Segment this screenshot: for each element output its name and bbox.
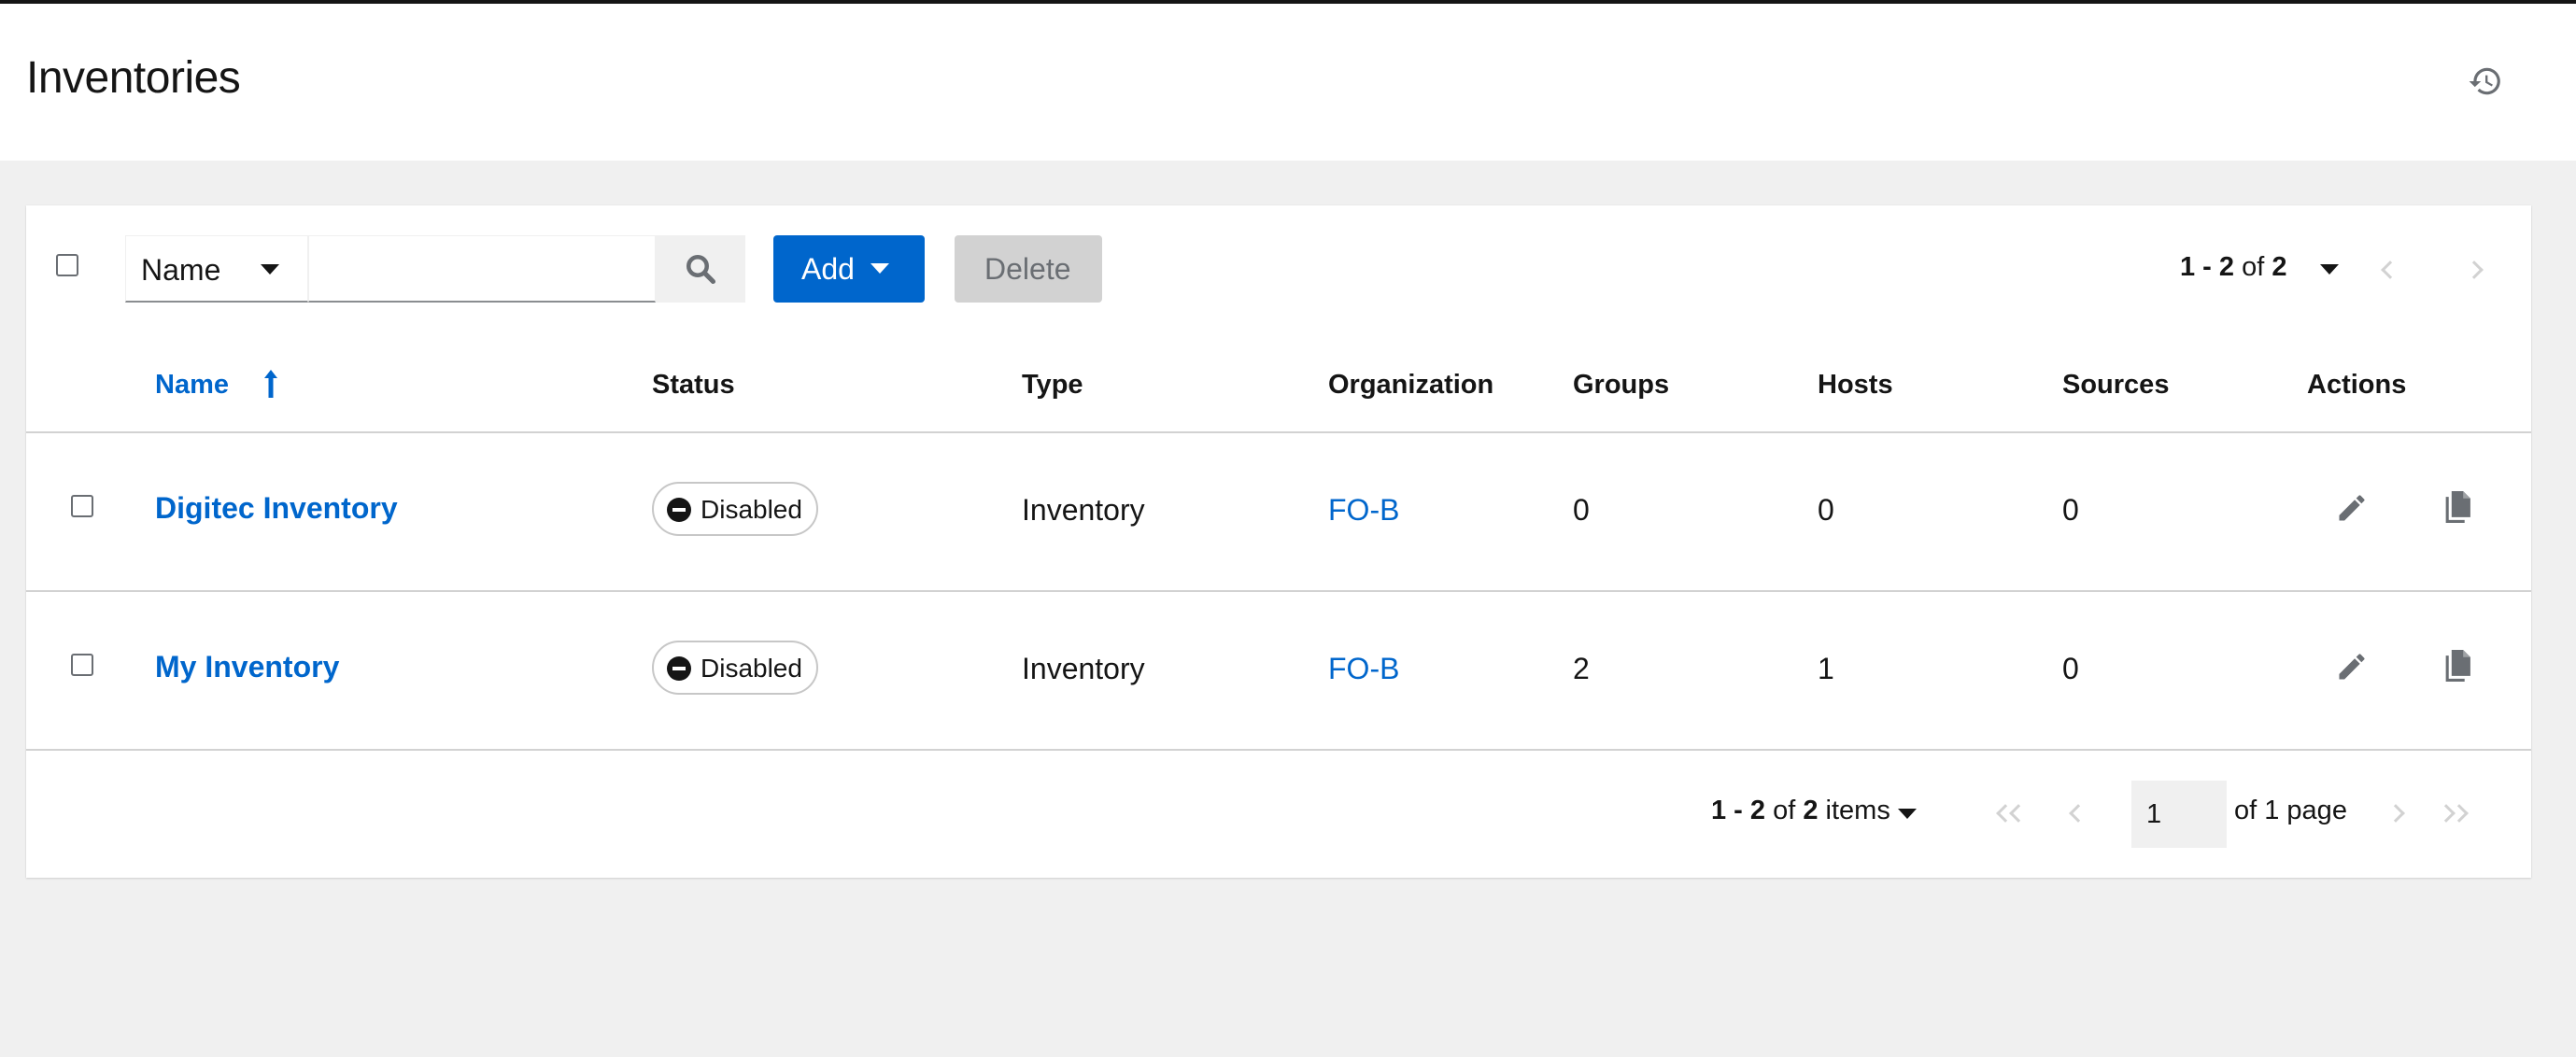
status-text: Disabled — [701, 495, 802, 524]
edit-pencil-icon[interactable] — [2335, 650, 2369, 684]
pagination-total: 2 — [2272, 252, 2287, 282]
copy-icon[interactable] — [2442, 648, 2473, 684]
column-header-actions: Actions — [2307, 370, 2407, 400]
inventories-card: Name Add Delete 1 - 2 of 2 Name Status T… — [26, 205, 2531, 878]
table-row: Digitec Inventory Disabled Inventory FO-… — [26, 433, 2531, 590]
organization-link[interactable]: FO-B — [1328, 493, 1399, 528]
sources-cell: 0 — [2062, 652, 2079, 685]
next-page-icon[interactable] — [2465, 261, 2484, 279]
caret-down-icon — [2320, 264, 2339, 275]
sources-cell: 0 — [2062, 493, 2079, 527]
pagination-toggle-top[interactable]: 1 - 2 of 2 — [2180, 252, 2339, 289]
inventory-name-link[interactable]: Digitec Inventory — [155, 491, 398, 526]
next-page-icon[interactable] — [2386, 804, 2405, 823]
groups-cell: 0 — [1573, 493, 1590, 527]
pagination-range: 1 - 2 — [1711, 796, 1766, 825]
sort-ascending-icon[interactable] — [262, 368, 280, 400]
pagination-of: of — [1773, 796, 1796, 825]
column-header-groups: Groups — [1573, 370, 1670, 400]
organization-link[interactable]: FO-B — [1328, 652, 1399, 686]
pagination-range: 1 - 2 — [2180, 252, 2235, 282]
of-pages-text: of 1 page — [2234, 796, 2347, 825]
delete-button-label: Delete — [984, 252, 1071, 286]
edit-pencil-icon[interactable] — [2335, 491, 2369, 525]
status-badge: Disabled — [652, 641, 818, 695]
delete-button[interactable]: Delete — [955, 235, 1102, 303]
caret-down-icon — [261, 264, 279, 275]
pagination-of: of — [2242, 252, 2265, 282]
caret-down-icon — [870, 263, 889, 274]
previous-page-icon[interactable] — [2381, 261, 2399, 279]
disabled-icon — [667, 656, 691, 681]
status-text: Disabled — [701, 654, 802, 683]
search-input[interactable] — [308, 235, 656, 303]
divider — [26, 749, 2531, 751]
column-header-status: Status — [652, 370, 735, 400]
page-title: Inventories — [26, 53, 241, 103]
inventory-name-link[interactable]: My Inventory — [155, 650, 339, 684]
page-header: Inventories — [0, 4, 2576, 161]
add-button[interactable]: Add — [773, 235, 925, 303]
search-button[interactable] — [656, 235, 745, 303]
type-cell: Inventory — [1022, 493, 1145, 527]
column-header-name[interactable]: Name — [155, 370, 229, 401]
column-header-sources: Sources — [2062, 370, 2170, 400]
groups-cell: 2 — [1573, 652, 1590, 685]
hosts-cell: 1 — [1818, 652, 1834, 685]
row-select-checkbox[interactable] — [71, 654, 93, 676]
hosts-cell: 0 — [1818, 493, 1834, 527]
select-all-checkbox[interactable] — [56, 254, 78, 276]
type-cell: Inventory — [1022, 652, 1145, 685]
filter-field-label: Name — [141, 253, 221, 287]
column-header-hosts: Hosts — [1818, 370, 1893, 400]
pagination-items: items — [1825, 796, 1890, 825]
previous-page-icon[interactable] — [2069, 804, 2088, 823]
row-select-checkbox[interactable] — [71, 495, 93, 517]
copy-icon[interactable] — [2442, 489, 2473, 525]
history-icon[interactable] — [2468, 63, 2503, 99]
disabled-icon — [667, 498, 691, 522]
column-header-organization: Organization — [1328, 370, 1494, 400]
column-header-type: Type — [1022, 370, 1083, 400]
pagination-total: 2 — [1803, 796, 1819, 825]
caret-down-icon[interactable] — [1898, 809, 1917, 819]
filter-field-select[interactable]: Name — [125, 235, 308, 303]
status-badge: Disabled — [652, 482, 818, 536]
current-page-input[interactable] — [2131, 781, 2227, 848]
add-button-label: Add — [801, 252, 855, 286]
search-icon — [686, 255, 716, 285]
pagination-toggle-bottom[interactable]: 1 - 2 of 2 items — [1711, 796, 1890, 826]
table-row: My Inventory Disabled Inventory FO-B 2 1… — [26, 592, 2531, 749]
